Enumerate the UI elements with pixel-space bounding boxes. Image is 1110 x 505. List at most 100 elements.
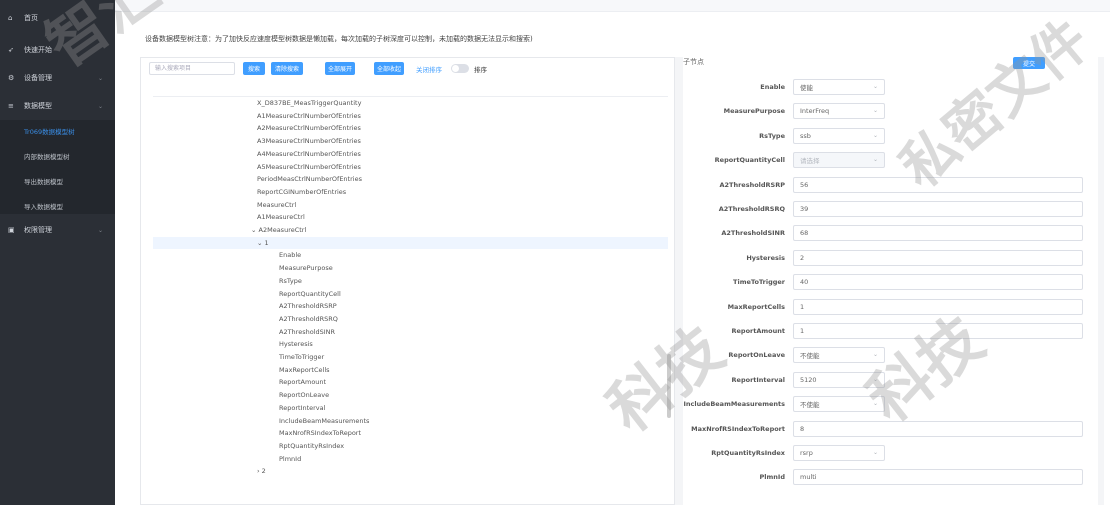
nav-item-data-model[interactable]: ≡ 数据模型 ⌄ [0, 96, 115, 116]
chevron-down-icon: ⌄ [872, 375, 878, 383]
field-select[interactable]: 不使能 ⌄ [793, 396, 885, 413]
sort-toggle[interactable] [451, 64, 469, 73]
tree-node[interactable]: PlmnId [153, 453, 668, 465]
nav-item-home[interactable]: ⌂ 首页 [0, 8, 115, 28]
close-sort-link[interactable]: 关闭排序 [416, 64, 442, 74]
expand-all-button[interactable]: 全部展开 [325, 62, 355, 75]
tree-node[interactable]: TimeToTrigger [153, 351, 668, 363]
gear-icon: ⚙ [8, 74, 15, 82]
nav-item-device-management[interactable]: ⚙ 设备管理 ⌄ [0, 68, 115, 88]
field-input[interactable]: 56 [793, 176, 1083, 193]
submit-button[interactable]: 提交 [1013, 57, 1045, 69]
tree-node-label: RsType [279, 276, 302, 285]
tree-node[interactable]: A2ThresholdRSRP [153, 300, 668, 312]
field-input[interactable]: 40 [793, 274, 1083, 291]
field-select[interactable]: ssb ⌄ [793, 127, 885, 144]
tree-node[interactable]: ReportCGINumberOfEntries [153, 186, 668, 198]
tree-node[interactable]: ReportOnLeave [153, 389, 668, 401]
tree-node[interactable]: RptQuantityRsIndex [153, 440, 668, 452]
field-value: 40 [800, 278, 809, 287]
nav-item-label: 设备管理 [24, 74, 52, 82]
tree-node[interactable]: ReportAmount [153, 376, 668, 388]
tree-node[interactable]: ⌄ A2MeasureCtrl [153, 224, 668, 236]
collapse-all-button[interactable]: 全部收起 [374, 62, 404, 75]
tree-node-label: A2ThresholdRSRP [279, 302, 337, 311]
clear-search-button[interactable]: 清除搜索 [271, 62, 303, 75]
field-input[interactable]: 68 [793, 225, 1083, 242]
field-select[interactable]: 5120 ⌄ [793, 371, 885, 388]
search-input[interactable] [149, 62, 235, 75]
tree-node-label: ReportQuantityCell [279, 289, 341, 298]
field-input[interactable]: 39 [793, 201, 1083, 217]
form-row: IncludeBeamMeasurements 不使能 ⌄ [683, 396, 1093, 413]
nav-item-label: 权限管理 [24, 226, 52, 234]
tree-node[interactable]: IncludeBeamMeasurements [153, 415, 668, 427]
field-label: PlmnId [759, 473, 785, 482]
field-input[interactable]: 1 [793, 323, 1083, 339]
field-input[interactable]: 2 [793, 249, 1083, 266]
tree-node[interactable]: A1MeasureCtrl [153, 211, 668, 223]
submenu-internal-tree[interactable]: 内部数据模型树 [0, 145, 115, 167]
nav-item-quick-start[interactable]: ➶ 快速开始 [0, 40, 115, 60]
tree-node[interactable]: A2ThresholdSINR [153, 326, 668, 338]
field-label: ReportOnLeave [728, 351, 785, 360]
tree-view: X_D837BE_MeasTriggerQuantity A1MeasureCtr… [153, 96, 668, 504]
tree-node-label: IncludeBeamMeasurements [279, 416, 370, 425]
form-row: ReportQuantityCell 请选择 ⌄ [683, 152, 1093, 169]
field-label: A2ThresholdSINR [721, 229, 785, 238]
tree-node[interactable]: X_D837BE_MeasTriggerQuantity [153, 97, 668, 109]
tree-scrollbar[interactable] [667, 354, 671, 418]
submenu-export-model[interactable]: 导出数据模型 [0, 170, 115, 192]
tree-node[interactable]: RsType [153, 275, 668, 287]
field-value: 68 [800, 229, 809, 238]
page-scrollbar[interactable] [1098, 57, 1104, 505]
tree-node[interactable]: Enable [153, 249, 668, 261]
tree-node[interactable]: PeriodMeasCtrlNumberOfEntries [153, 173, 668, 185]
field-select[interactable]: InterFreq ⌄ [793, 103, 885, 120]
toggle-knob [452, 65, 459, 72]
nav-item-permission[interactable]: ▣ 权限管理 ⌄ [0, 220, 115, 240]
panel-splitter[interactable] [675, 57, 683, 505]
tree-node[interactable]: A4MeasureCtrlNumberOfEntries [153, 148, 668, 160]
tree-node-label: ReportInterval [279, 403, 326, 412]
field-select[interactable]: 使能 ⌄ [793, 79, 885, 95]
tree-node-label: X_D837BE_MeasTriggerQuantity [257, 99, 362, 107]
tree-node[interactable]: ReportQuantityCell [153, 288, 668, 300]
nav-item-label: 快速开始 [24, 46, 52, 54]
tree-node[interactable]: ⌄ 1 [153, 236, 668, 249]
chevron-down-icon: ⌄ [872, 83, 878, 90]
tree-node[interactable]: A3MeasureCtrlNumberOfEntries [153, 135, 668, 147]
tree-node-label: MeasurePurpose [279, 264, 333, 273]
tree-node-label: A4MeasureCtrlNumberOfEntries [257, 149, 361, 158]
tree-node[interactable]: MaxReportCells [153, 364, 668, 376]
lazy-load-notice: 设备数据模型树注意：为了加快反应速度模型树数据是懒加载，每次加载的子树深度可以控… [145, 35, 533, 43]
tree-node[interactable]: MeasureCtrl [153, 199, 668, 211]
tree-node[interactable]: A1MeasureCtrlNumberOfEntries [153, 110, 668, 122]
field-select[interactable]: 不使能 ⌄ [793, 347, 885, 364]
chevron-down-icon: ⌄ [872, 156, 878, 164]
nav-item-label: 首页 [24, 14, 38, 22]
field-label: MaxReportCells [727, 302, 785, 311]
tree-node-label: ⌄ 1 [257, 238, 269, 247]
field-label: A2ThresholdRSRP [719, 180, 785, 189]
top-header [115, 0, 1110, 12]
field-input[interactable]: multi [793, 469, 1083, 486]
search-button[interactable]: 搜索 [243, 62, 265, 75]
form-row: ReportOnLeave 不使能 ⌄ [683, 347, 1093, 364]
tree-node[interactable]: MeasurePurpose [153, 262, 668, 274]
field-label: Enable [760, 83, 785, 91]
tree-node[interactable]: Hysteresis [153, 338, 668, 350]
field-select[interactable]: 请选择 ⌄ [793, 152, 885, 169]
tree-node[interactable]: A5MeasureCtrlNumberOfEntries [153, 161, 668, 173]
tree-node[interactable]: › 2 [153, 465, 668, 477]
tree-node[interactable]: A2MeasureCtrlNumberOfEntries [153, 122, 668, 134]
tree-node[interactable]: ReportInterval [153, 402, 668, 414]
field-input[interactable]: 8 [793, 420, 1083, 437]
field-input[interactable]: 1 [793, 298, 1083, 315]
tree-node[interactable]: MaxNrofRSIndexToReport [153, 427, 668, 439]
tree-node[interactable]: A2ThresholdRSRQ [153, 313, 668, 325]
field-select[interactable]: rsrp ⌄ [793, 445, 885, 461]
submenu-import-model[interactable]: 导入数据模型 [0, 195, 115, 217]
submenu-tr069-tree[interactable]: Tr069数据模型树 [0, 120, 115, 142]
field-label: ReportAmount [731, 327, 785, 335]
